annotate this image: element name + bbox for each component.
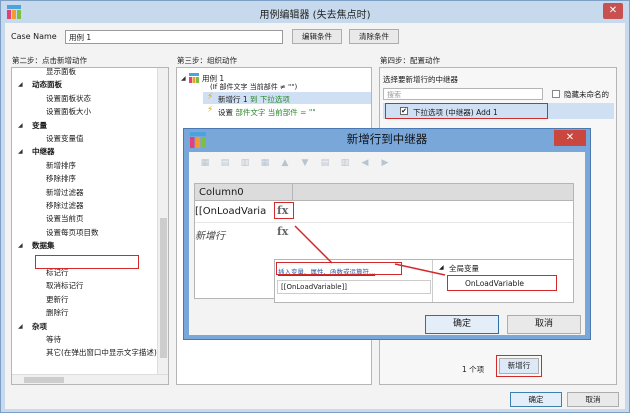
delete-row-toolbar-icon[interactable]: ▥ xyxy=(239,158,251,168)
dialog-title: 新增行到中继器 xyxy=(346,132,428,146)
action-category[interactable]: 数据集 xyxy=(32,240,55,251)
selected-add-row-highlight xyxy=(35,255,139,269)
action-item[interactable]: 设置面板状态 xyxy=(46,93,91,104)
action-category[interactable]: 杂项 xyxy=(32,321,47,332)
add-row-toolbar-icon[interactable]: ▦ xyxy=(199,158,211,168)
action-item[interactable]: 设置当前页 xyxy=(46,213,84,224)
action-category[interactable]: 动态面板 xyxy=(32,79,62,90)
action-category[interactable]: 中继器 xyxy=(32,146,55,157)
action-category[interactable]: 变量 xyxy=(32,120,47,131)
cancel-button[interactable]: 取消 xyxy=(567,392,619,407)
lightning-icon: ⚡ xyxy=(207,92,214,102)
variable-item[interactable]: OnLoadVariable xyxy=(465,279,524,288)
action-item[interactable]: 取消标记行 xyxy=(46,280,84,291)
global-vars-label: 全局变量 xyxy=(449,264,479,273)
clear-condition-button[interactable]: 清除条件 xyxy=(349,29,399,44)
collapse-icon[interactable]: ◢ xyxy=(181,75,186,82)
horizontal-scrollbar[interactable] xyxy=(12,374,168,384)
column0-label: Column0 xyxy=(199,187,244,198)
h-scrollbar-thumb[interactable] xyxy=(24,377,64,383)
action-set-text-verb: 设置 xyxy=(218,108,233,117)
action-item[interactable]: 显示面板 xyxy=(46,68,76,77)
item-count: 1 个项 xyxy=(462,365,485,374)
action-add-row[interactable]: 新增行 1 到 下拉选项 xyxy=(218,94,290,105)
edit-condition-button[interactable]: 编辑条件 xyxy=(292,29,342,44)
repeater-highlight-box xyxy=(385,103,548,119)
action-item[interactable]: 设置每页项目数 xyxy=(46,227,99,238)
dialog-close-icon[interactable]: ✕ xyxy=(554,130,586,146)
action-tree: 显示面板 ◢ 动态面板设置面板状态 设置面板大小 ◢ 变量设置变量值 ◢ 中继器新增排序移除排… xyxy=(11,67,169,385)
case-icon xyxy=(189,73,199,83)
fx-highlight-box xyxy=(274,202,294,219)
window-title: 用例编辑器 (失去焦点时) xyxy=(259,10,371,21)
action-item[interactable]: 删除行 xyxy=(46,307,69,318)
move-left-icon[interactable]: ◀ xyxy=(359,158,371,168)
collapse-icon[interactable]: ◢ xyxy=(18,323,23,330)
dialog-content: ▦ ▤ ▥ ▦ ▲ ▼ ▤ ▥ ◀ ▶ Column0 [[OnLoadVari… xyxy=(189,152,585,335)
hide-unnamed-checkbox[interactable] xyxy=(552,90,560,98)
insert-link-highlight-box xyxy=(276,262,402,275)
scrollbar-thumb[interactable] xyxy=(160,218,167,358)
select-repeater-label: 选择要新增行的中继器 xyxy=(383,75,458,84)
ok-button[interactable]: 确定 xyxy=(510,392,562,407)
action-set-text-target: 部件文字 当前部件 = "" xyxy=(235,108,316,117)
collapse-icon[interactable]: ◢ xyxy=(18,242,23,249)
insert-row-toolbar-icon[interactable]: ▤ xyxy=(219,158,231,168)
close-icon[interactable]: ✕ xyxy=(603,3,623,19)
action-item[interactable]: 更新行 xyxy=(46,294,69,305)
move-down-icon[interactable]: ▼ xyxy=(299,158,311,168)
grid-cell-1[interactable]: [[OnLoadVaria xyxy=(195,206,266,217)
collapse-icon[interactable]: ◢ xyxy=(18,81,23,88)
vertical-scrollbar[interactable] xyxy=(157,68,168,374)
move-up-icon[interactable]: ▲ xyxy=(279,158,291,168)
step4-title: 第四步：配置动作 xyxy=(380,56,440,65)
action-add-row-verb: 新增行 1 xyxy=(218,95,248,104)
action-item[interactable]: 新增排序 xyxy=(46,160,76,171)
fx-icon[interactable]: fx xyxy=(277,225,288,238)
move-right-icon[interactable]: ▶ xyxy=(379,158,391,168)
case-condition: (If 部件文字 当前部件 ≠ "") xyxy=(210,83,298,91)
action-item[interactable]: 等待 xyxy=(46,334,61,345)
expression-popup: 插入变量、属性、函数或运算符... [[OnLoadVariable]] ◢ 全… xyxy=(274,259,574,303)
dialog-cancel-button[interactable]: 取消 xyxy=(507,315,581,334)
column-header: Column0 xyxy=(195,184,573,201)
add-row-dialog: 新增行到中继器 ✕ ▦ ▤ ▥ ▦ ▲ ▼ ▤ ▥ ◀ ▶ Column0 [[… xyxy=(183,128,591,340)
delete-column-icon[interactable]: ▥ xyxy=(339,158,351,168)
expression-input[interactable]: [[OnLoadVariable]] xyxy=(277,280,431,294)
collapse-icon[interactable]: ◢ xyxy=(439,264,444,271)
title-bar[interactable]: 用例编辑器 (失去焦点时) ✕ xyxy=(1,1,629,23)
action-item[interactable]: 新增过滤器 xyxy=(46,187,84,198)
action-item[interactable]: 设置面板大小 xyxy=(46,106,91,117)
action-item[interactable]: 移除过滤器 xyxy=(46,200,84,211)
dialog-ok-button[interactable]: 确定 xyxy=(425,315,499,334)
lightning-icon: ⚡ xyxy=(207,105,214,115)
add-row-highlight-box xyxy=(496,355,542,377)
action-set-text[interactable]: 设置 部件文字 当前部件 = "" xyxy=(218,107,316,118)
action-item[interactable]: 移除排序 xyxy=(46,173,76,184)
insert-column-icon[interactable]: ▤ xyxy=(319,158,331,168)
case-name-input[interactable]: 用例 1 xyxy=(65,30,283,44)
action-add-row-target: 到 下拉选项 xyxy=(250,95,290,104)
add-column-toolbar-icon[interactable]: ▦ xyxy=(259,158,271,168)
step2-title: 第二步：点击新增动作 xyxy=(12,56,87,65)
collapse-icon[interactable]: ◢ xyxy=(18,122,23,129)
action-item[interactable]: 其它(在弹出窗口中显示文字描述) xyxy=(46,347,157,358)
case-name-label: Case Name xyxy=(11,32,57,41)
collapse-icon[interactable]: ◢ xyxy=(18,148,23,155)
action-item[interactable]: 设置变量值 xyxy=(46,133,84,144)
step3-title: 第三步：组织动作 xyxy=(177,56,237,65)
repeater-search-input[interactable]: 搜索 xyxy=(383,88,543,100)
hide-unnamed-label: 隐藏未命名的 xyxy=(564,90,609,99)
grid-cell-2[interactable]: 新增行 xyxy=(195,227,225,242)
